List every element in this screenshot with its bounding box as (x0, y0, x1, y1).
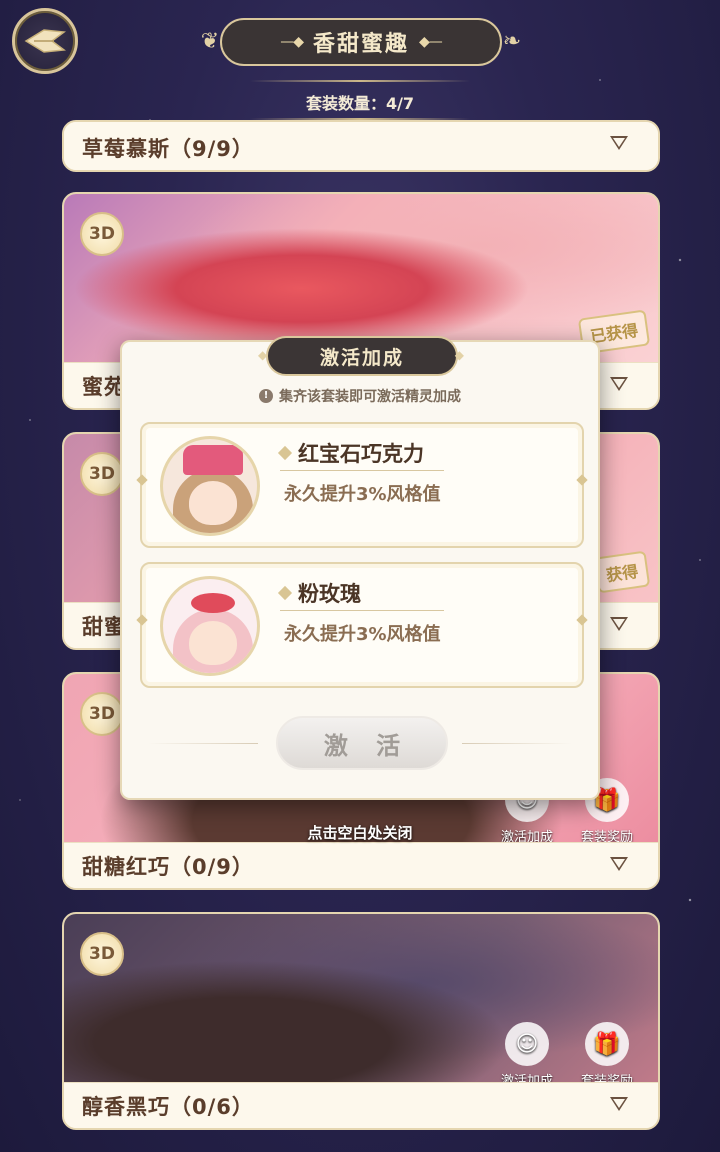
activate-row: 激 活 (148, 716, 572, 772)
sprite-name: 红宝石巧克力 (277, 438, 424, 468)
modal-title: 激活加成 (258, 336, 466, 376)
activate-button[interactable]: 激 活 (276, 716, 448, 770)
modal-hint: ! 集齐该套装即可激活精灵加成 (122, 386, 598, 406)
info-icon: ! (259, 389, 273, 403)
close-hint: 点击空白处关闭 (307, 824, 413, 842)
bonus-item: 粉玫瑰 永久提升3%风格值 (136, 562, 588, 688)
bonus-effect: 永久提升3%风格值 (284, 484, 441, 505)
sprite-avatar (160, 436, 260, 536)
sprite-avatar (160, 576, 260, 676)
diamond-icon (277, 445, 293, 461)
bonus-effect: 永久提升3%风格值 (284, 624, 441, 645)
activation-bonus-modal: 激活加成 ! 集齐该套装即可激活精灵加成 红宝石巧克力 永久提升3%风格值 粉玫… (120, 336, 600, 800)
diamond-icon (277, 585, 293, 601)
sprite-name: 粉玫瑰 (277, 578, 361, 608)
bonus-item: 红宝石巧克力 永久提升3%风格值 (136, 422, 588, 548)
